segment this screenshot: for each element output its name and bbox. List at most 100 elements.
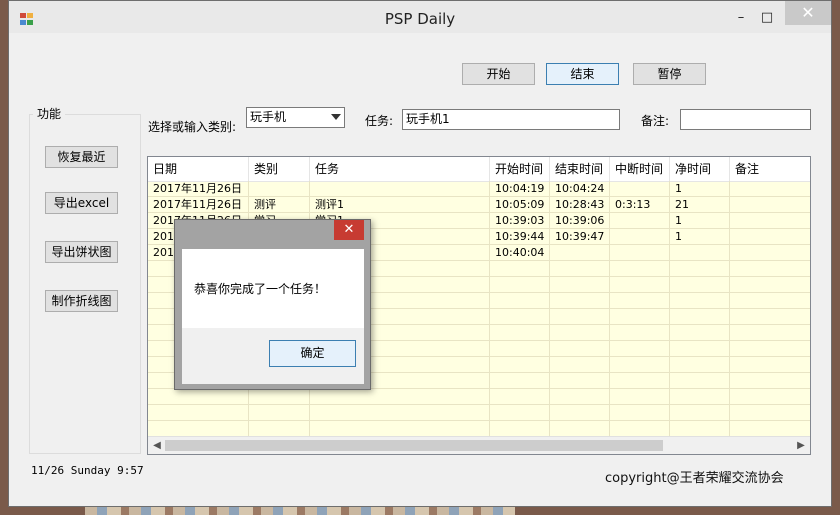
cell-net-time[interactable]: 1 (670, 181, 730, 196)
cell-task[interactable] (310, 389, 490, 404)
cell-note[interactable] (730, 197, 810, 212)
cell-start-time[interactable] (490, 293, 550, 308)
cell-task[interactable] (310, 181, 490, 196)
cell-category[interactable] (249, 421, 310, 436)
cell-end-time[interactable] (550, 293, 610, 308)
table-row[interactable]: 2017年11月26日 10:04:19 10:04:24 1 (148, 181, 810, 197)
cell-net-time[interactable] (670, 245, 730, 260)
cell-net-time[interactable] (670, 261, 730, 276)
cell-start-time[interactable] (490, 405, 550, 420)
cell-end-time[interactable] (550, 325, 610, 340)
restore-recent-button[interactable]: 恢复最近 (45, 146, 118, 168)
cell-start-time[interactable] (490, 325, 550, 340)
cell-interrupt-time[interactable] (610, 373, 670, 388)
cell-note[interactable] (730, 293, 810, 308)
cell-note[interactable] (730, 357, 810, 372)
cell-net-time[interactable] (670, 341, 730, 356)
cell-note[interactable] (730, 309, 810, 324)
cell-start-time[interactable]: 10:39:44 (490, 229, 550, 244)
cell-start-time[interactable] (490, 309, 550, 324)
scrollbar-thumb[interactable] (165, 440, 663, 451)
title-bar[interactable]: PSP Daily – □ ✕ (9, 1, 831, 33)
cell-end-time[interactable]: 10:39:47 (550, 229, 610, 244)
category-select[interactable]: 玩手机 (246, 107, 345, 128)
table-row[interactable]: 2017年11月26日 测评 测评1 10:05:09 10:28:43 0:3:13 21 (148, 197, 810, 213)
cell-interrupt-time[interactable] (610, 213, 670, 228)
cell-interrupt-time[interactable] (610, 405, 670, 420)
cell-task[interactable] (310, 421, 490, 436)
empty-table-row[interactable] (148, 405, 810, 421)
scroll-right-icon[interactable]: ▶ (794, 439, 808, 453)
cell-interrupt-time[interactable] (610, 325, 670, 340)
cell-date[interactable]: 2017年11月26日 (148, 197, 249, 212)
cell-interrupt-time[interactable]: 0:3:13 (610, 197, 670, 212)
cell-interrupt-time[interactable] (610, 277, 670, 292)
column-header-category[interactable]: 类别 (249, 157, 310, 181)
cell-start-time[interactable] (490, 421, 550, 436)
cell-end-time[interactable] (550, 357, 610, 372)
cell-note[interactable] (730, 325, 810, 340)
cell-net-time[interactable] (670, 389, 730, 404)
cell-task[interactable] (310, 405, 490, 420)
dialog-close-button[interactable]: ✕ (334, 220, 364, 240)
pause-button[interactable]: 暂停 (633, 63, 706, 85)
cell-note[interactable] (730, 277, 810, 292)
cell-interrupt-time[interactable] (610, 181, 670, 196)
cell-net-time[interactable] (670, 357, 730, 372)
start-button[interactable]: 开始 (462, 63, 535, 85)
cell-start-time[interactable] (490, 357, 550, 372)
cell-interrupt-time[interactable] (610, 309, 670, 324)
cell-end-time[interactable] (550, 405, 610, 420)
cell-category[interactable] (249, 389, 310, 404)
maximize-button[interactable]: □ (753, 9, 781, 27)
cell-interrupt-time[interactable] (610, 421, 670, 436)
cell-start-time[interactable]: 10:40:04 (490, 245, 550, 260)
cell-note[interactable] (730, 389, 810, 404)
cell-start-time[interactable]: 10:39:03 (490, 213, 550, 228)
cell-note[interactable] (730, 421, 810, 436)
column-header-date[interactable]: 日期 (148, 157, 249, 181)
cell-note[interactable] (730, 229, 810, 244)
cell-net-time[interactable] (670, 277, 730, 292)
cell-interrupt-time[interactable] (610, 341, 670, 356)
end-button[interactable]: 结束 (546, 63, 619, 85)
cell-interrupt-time[interactable] (610, 229, 670, 244)
cell-note[interactable] (730, 373, 810, 388)
cell-end-time[interactable] (550, 341, 610, 356)
cell-category[interactable]: 测评 (249, 197, 310, 212)
chevron-down-icon[interactable] (331, 114, 341, 120)
horizontal-scrollbar[interactable]: ◀ ▶ (148, 436, 810, 454)
cell-end-time[interactable] (550, 389, 610, 404)
cell-date[interactable]: 2017年11月26日 (148, 181, 249, 196)
cell-net-time[interactable] (670, 325, 730, 340)
cell-end-time[interactable] (550, 277, 610, 292)
column-header-note[interactable]: 备注 (730, 157, 810, 181)
cell-category[interactable] (249, 181, 310, 196)
cell-net-time[interactable]: 1 (670, 213, 730, 228)
cell-date[interactable] (148, 405, 249, 420)
cell-date[interactable] (148, 389, 249, 404)
cell-note[interactable] (730, 213, 810, 228)
cell-end-time[interactable] (550, 421, 610, 436)
cell-net-time[interactable]: 21 (670, 197, 730, 212)
empty-table-row[interactable] (148, 421, 810, 437)
cell-task[interactable]: 测评1 (310, 197, 490, 212)
cell-interrupt-time[interactable] (610, 357, 670, 372)
cell-end-time[interactable] (550, 245, 610, 260)
export-excel-button[interactable]: 导出excel (45, 192, 118, 214)
make-line-chart-button[interactable]: 制作折线图 (45, 290, 118, 312)
scroll-left-icon[interactable]: ◀ (150, 439, 164, 453)
cell-net-time[interactable] (670, 293, 730, 308)
cell-net-time[interactable] (670, 309, 730, 324)
cell-end-time[interactable] (550, 373, 610, 388)
close-button[interactable]: ✕ (785, 1, 831, 25)
cell-category[interactable] (249, 405, 310, 420)
cell-start-time[interactable]: 10:05:09 (490, 197, 550, 212)
cell-note[interactable] (730, 405, 810, 420)
cell-net-time[interactable] (670, 405, 730, 420)
empty-table-row[interactable] (148, 389, 810, 405)
cell-net-time[interactable]: 1 (670, 229, 730, 244)
cell-interrupt-time[interactable] (610, 389, 670, 404)
cell-end-time[interactable] (550, 261, 610, 276)
cell-interrupt-time[interactable] (610, 261, 670, 276)
